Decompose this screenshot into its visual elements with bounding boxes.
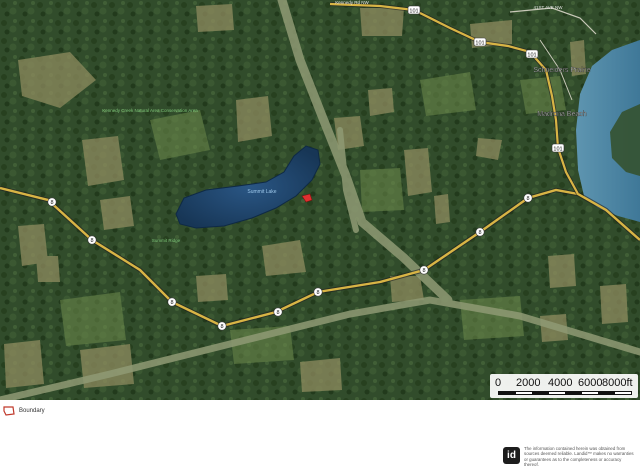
- scale-tick-label: 0: [495, 377, 502, 389]
- madrona-beach-label: Madrona Beach: [537, 111, 587, 118]
- scale-tick-label: 2000: [516, 377, 541, 389]
- landid-logo: id: [503, 447, 520, 464]
- route-shield: 8: [475, 227, 485, 237]
- satellite-map[interactable]: 101 101 101 101 8 8 8 8 8 8 8 8 8 Schnei…: [0, 0, 640, 400]
- route-shield: 8: [419, 265, 429, 275]
- route-shield: 8: [217, 321, 227, 331]
- svg-text:8: 8: [50, 200, 53, 206]
- svg-text:8: 8: [526, 196, 529, 202]
- scale-labels: 0 2000 4000 6000 8000ft: [490, 377, 638, 391]
- svg-text:8: 8: [170, 300, 173, 306]
- summit-lake-label: Summit Lake: [247, 189, 276, 195]
- svg-text:101: 101: [527, 52, 536, 58]
- scale-bar: 0 2000 4000 6000 8000ft: [490, 374, 638, 398]
- scale-tick-label: 6000: [578, 377, 603, 389]
- summit-ridge-label: Summit Ridge: [152, 238, 181, 243]
- route-shield: 101: [407, 5, 421, 14]
- disclaimer-text: The information contained herein was obt…: [524, 446, 634, 468]
- legend-label: Boundary: [19, 408, 45, 414]
- scale-tick-label: 8000ft: [602, 377, 633, 389]
- svg-text:8: 8: [316, 290, 319, 296]
- legend: Boundary: [3, 403, 45, 419]
- svg-text:8: 8: [220, 324, 223, 330]
- route-shield: 8: [167, 297, 177, 307]
- route-shield: 8: [47, 197, 57, 207]
- route-shield: 8: [87, 235, 97, 245]
- route-shield: 8: [313, 287, 323, 297]
- svg-text:8: 8: [422, 268, 425, 274]
- route-shield: 8: [273, 307, 283, 317]
- route-shield: 101: [473, 37, 487, 47]
- svg-text:8: 8: [90, 238, 93, 244]
- scale-tick-label: 4000: [548, 377, 573, 389]
- svg-text:101: 101: [409, 8, 418, 14]
- natural-area-label: Kennedy Creek Natural Area Conservation …: [102, 108, 198, 113]
- scale-track: [498, 391, 632, 395]
- schneiders-prairie-label: Schneiders Prairie: [533, 67, 590, 74]
- svg-text:101: 101: [553, 146, 562, 152]
- svg-text:101: 101: [475, 40, 484, 46]
- route-shield: 8: [523, 193, 533, 203]
- route-shield: 101: [525, 49, 539, 59]
- svg-text:8: 8: [276, 310, 279, 316]
- street-ave-label: 41ST AVE NW: [533, 5, 563, 10]
- route-shield: 101: [551, 143, 565, 152]
- boundary-icon: [3, 406, 15, 416]
- street-northwest-label: Kennedy Rd NW: [335, 0, 369, 5]
- svg-text:8: 8: [478, 230, 481, 236]
